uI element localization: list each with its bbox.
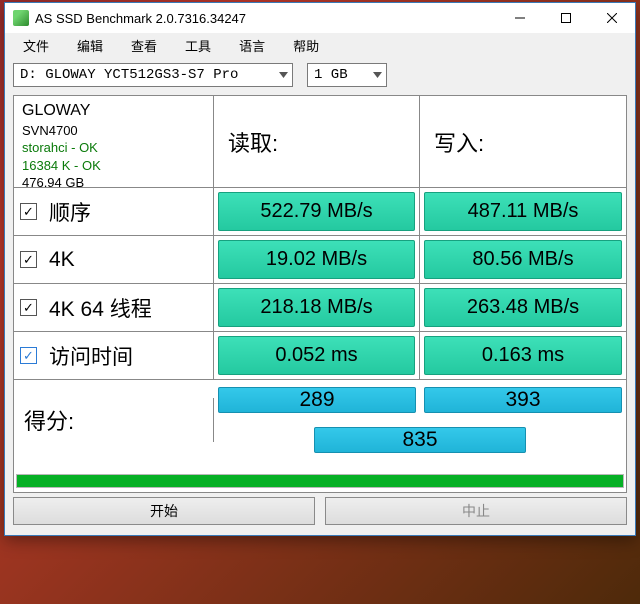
fourk-read-value: 19.02 MB/s [218,240,415,279]
results-panel: GLOWAY SVN4700 storahci - OK 16384 K - O… [13,95,627,493]
row-access-label: 访问时间 [49,341,133,371]
drive-alignment: 16384 K - OK [22,157,101,175]
access-checkbox[interactable] [20,347,37,364]
fk64-checkbox[interactable] [20,299,37,316]
minimize-button[interactable] [497,3,543,33]
access-write-value: 0.163 ms [424,336,622,375]
seq-read-cell: 522.79 MB/s [214,188,420,236]
drive-driver: storahci - OK [22,139,98,157]
drive-firmware: SVN4700 [22,122,78,140]
size-select[interactable]: 1 GB [307,63,387,87]
size-select-value: 1 GB [308,67,368,83]
seq-write-cell: 487.11 MB/s [420,188,626,236]
header-read: 读取: [214,96,420,188]
drive-select-value: D: GLOWAY YCT512GS3-S7 Pro [14,67,274,83]
row-4k-label: 4K [49,248,75,272]
drive-name: GLOWAY [22,100,90,122]
fourk-read-cell: 19.02 MB/s [214,236,420,284]
drive-select[interactable]: D: GLOWAY YCT512GS3-S7 Pro [13,63,293,87]
fk64-write-cell: 263.48 MB/s [420,284,626,332]
chevron-down-icon [274,64,292,86]
seq-write-value: 487.11 MB/s [424,192,622,231]
menu-edit[interactable]: 编辑 [63,34,117,57]
selector-row: D: GLOWAY YCT512GS3-S7 Pro 1 GB [5,57,635,91]
seq-read-value: 522.79 MB/s [218,192,415,231]
app-window: AS SSD Benchmark 2.0.7316.34247 文件 编辑 查看… [4,2,636,536]
row-4k-label-cell: 4K [14,236,214,284]
fk64-write-value: 263.48 MB/s [424,288,622,327]
score-total: 835 [314,427,526,453]
access-read-value: 0.052 ms [218,336,415,375]
bottom-buttons: 开始 中止 [5,493,635,535]
score-row: 得分: 289 393 835 [14,380,626,468]
fourk-checkbox[interactable] [20,251,37,268]
menu-file[interactable]: 文件 [9,34,63,57]
app-icon [13,10,29,26]
seq-checkbox[interactable] [20,203,37,220]
access-read-cell: 0.052 ms [214,332,420,380]
progress-fill [17,475,623,487]
row-4k64-label-cell: 4K 64 线程 [14,284,214,332]
progress-bar [16,474,624,488]
menu-view[interactable]: 查看 [117,34,171,57]
maximize-button[interactable] [543,3,589,33]
menu-tools[interactable]: 工具 [171,34,225,57]
titlebar: AS SSD Benchmark 2.0.7316.34247 [5,3,635,33]
row-seq-label: 顺序 [49,197,91,227]
close-button[interactable] [589,3,635,33]
row-access-label-cell: 访问时间 [14,332,214,380]
fk64-read-cell: 218.18 MB/s [214,284,420,332]
row-seq-label-cell: 顺序 [14,188,214,236]
score-read: 289 [218,387,416,413]
access-write-cell: 0.163 ms [420,332,626,380]
fk64-read-value: 218.18 MB/s [218,288,415,327]
window-title: AS SSD Benchmark 2.0.7316.34247 [35,11,497,26]
start-button[interactable]: 开始 [13,497,315,525]
fourk-write-value: 80.56 MB/s [424,240,622,279]
menu-language[interactable]: 语言 [225,34,279,57]
menubar: 文件 编辑 查看 工具 语言 帮助 [5,33,635,57]
chevron-down-icon [368,64,386,86]
row-4k64-label: 4K 64 线程 [49,293,152,323]
fourk-write-cell: 80.56 MB/s [420,236,626,284]
abort-button[interactable]: 中止 [325,497,627,525]
drive-info: GLOWAY SVN4700 storahci - OK 16384 K - O… [14,96,214,188]
score-label: 得分: [14,398,214,442]
score-write: 393 [424,387,622,413]
menu-help[interactable]: 帮助 [279,34,333,57]
header-write: 写入: [420,96,626,188]
